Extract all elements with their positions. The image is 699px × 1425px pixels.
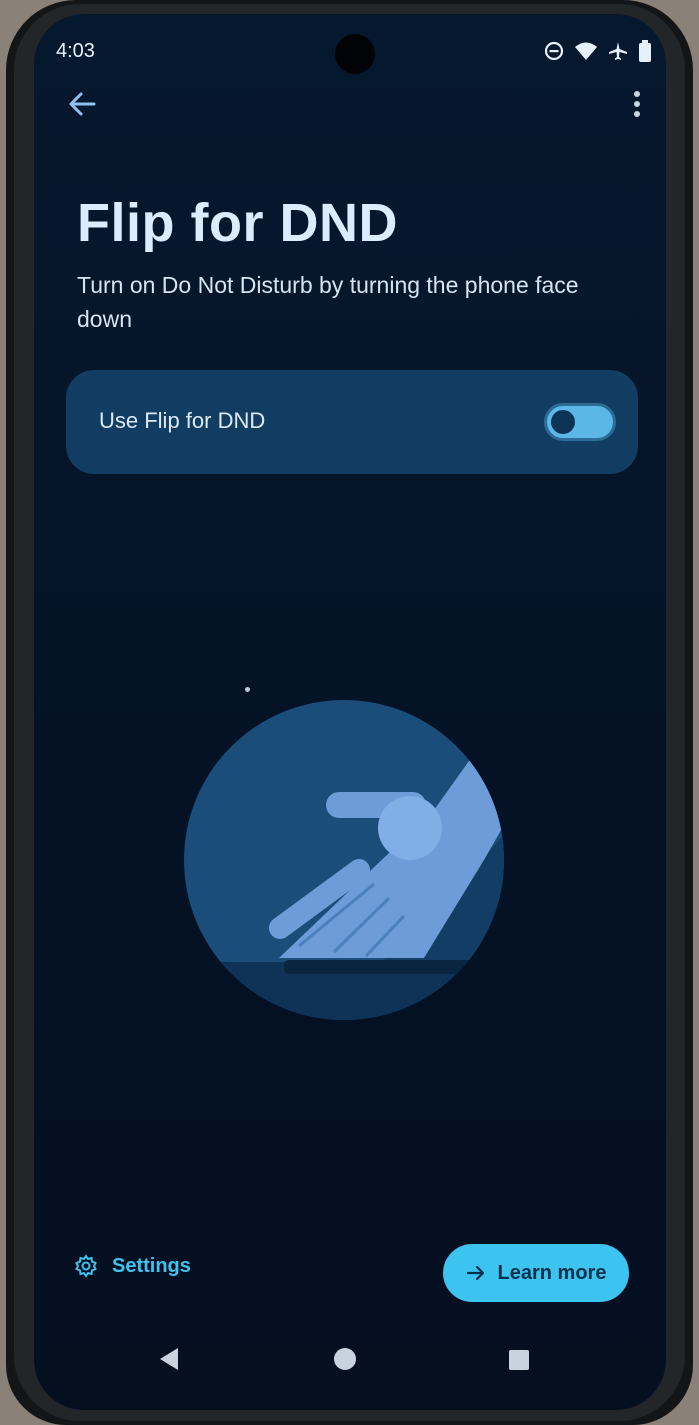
status-time: 4:03	[56, 40, 95, 62]
wifi-icon	[575, 42, 597, 60]
arrow-forward-icon	[466, 1265, 484, 1281]
settings-button[interactable]: Settings	[74, 1254, 191, 1278]
system-nav-bar	[34, 1328, 666, 1388]
more-vert-icon[interactable]	[622, 86, 652, 122]
front-camera	[335, 34, 375, 74]
toggle-label: Use Flip for DND	[99, 408, 266, 433]
decorative-dot	[245, 687, 250, 692]
do-not-disturb-icon	[544, 41, 564, 61]
home-circle-icon[interactable]	[334, 1348, 356, 1370]
back-triangle-icon[interactable]	[158, 1346, 180, 1372]
page-subtitle: Turn on Do Not Disturb by turning the ph…	[77, 272, 579, 332]
use-flip-for-dnd-row[interactable]: Use Flip for DND	[66, 370, 638, 474]
page-title: Flip for DND	[77, 193, 398, 253]
settings-label: Settings	[112, 1254, 191, 1277]
flip-hand-illustration	[184, 700, 504, 1020]
gear-icon	[75, 1254, 97, 1278]
recents-square-icon[interactable]	[509, 1350, 529, 1370]
learn-more-button[interactable]: Learn more	[443, 1244, 629, 1302]
flip-for-dnd-switch[interactable]	[544, 403, 616, 441]
battery-icon	[639, 40, 651, 62]
learn-more-label: Learn more	[497, 1261, 607, 1284]
status-icons	[544, 40, 652, 62]
arrow-back-icon[interactable]	[64, 86, 100, 122]
phone-screen: 4:03 Flip for DND Turn on Do Not Disturb…	[34, 14, 666, 1410]
airplane-icon	[609, 42, 627, 60]
switch-thumb	[551, 410, 575, 434]
